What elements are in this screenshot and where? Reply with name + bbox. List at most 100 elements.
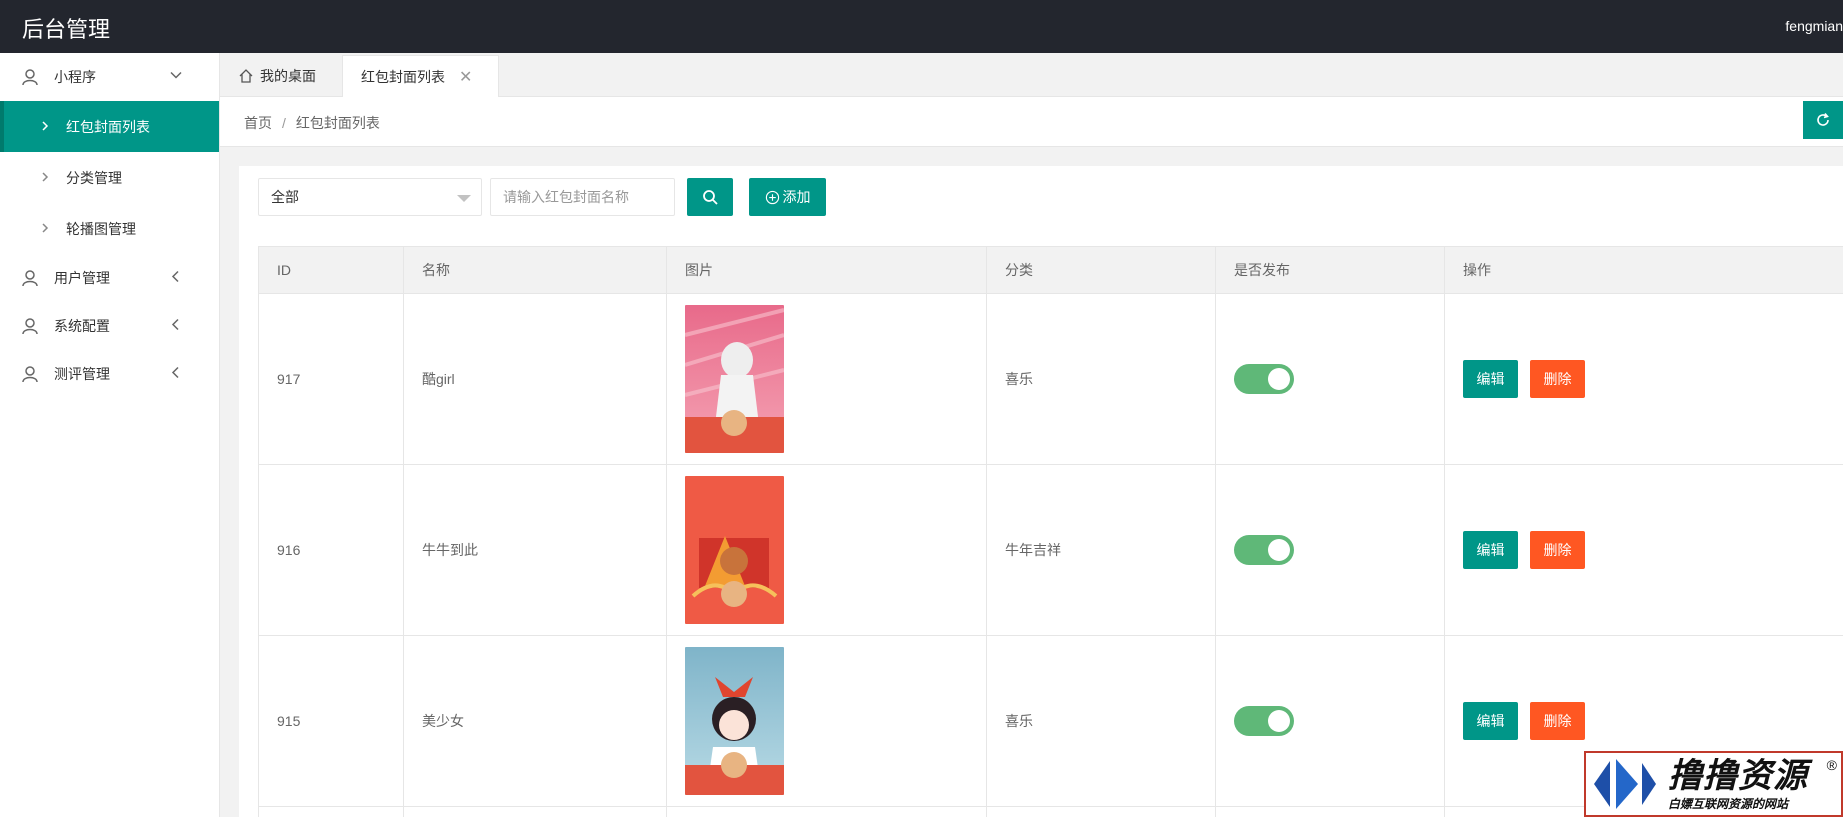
cell-stub — [1215, 806, 1445, 817]
publish-toggle[interactable] — [1234, 364, 1294, 394]
edit-button[interactable]: 编辑 — [1463, 702, 1518, 740]
cell-image — [666, 635, 987, 807]
covers-table: ID 名称 图片 分类 是否发布 操作 917 酷girl 喜乐 编辑 删除 9… — [258, 246, 1843, 817]
chevron-down-icon — [169, 69, 183, 86]
chevron-left-icon — [169, 318, 183, 335]
chevron-right-icon — [40, 221, 50, 237]
delete-button[interactable]: 删除 — [1530, 531, 1585, 569]
column-header: 是否发布 — [1215, 246, 1445, 294]
publish-toggle[interactable] — [1234, 535, 1294, 565]
chevron-right-icon — [40, 170, 50, 186]
search-icon — [703, 190, 718, 205]
cell-id: 915 — [258, 635, 404, 807]
table-row: 916 牛牛到此 牛年吉祥 编辑 删除 — [258, 464, 1843, 636]
category-select[interactable]: 全部 — [258, 178, 482, 216]
cell-id: 916 — [258, 464, 404, 636]
sidebar-group-users[interactable]: 用户管理 — [0, 254, 219, 302]
user-icon — [22, 270, 38, 287]
watermark-logo: 撸撸资源 白嫖互联网资源的网站 ® — [1584, 751, 1843, 817]
sidebar-item-carousel[interactable]: 轮播图管理 — [0, 203, 219, 254]
cell-published — [1215, 293, 1445, 465]
search-button[interactable] — [687, 178, 733, 216]
column-header: 分类 — [986, 246, 1216, 294]
sidebar-item-redpacket-covers[interactable]: 红包封面列表 — [0, 101, 219, 152]
brand-logo-icon — [1594, 759, 1656, 809]
tab-desktop[interactable]: 我的桌面 — [220, 55, 342, 97]
cell-image — [666, 293, 987, 465]
toggle-knob — [1268, 710, 1290, 732]
user-menu[interactable]: fengmian — [1785, 18, 1843, 34]
sidebar-group-system[interactable]: 系统配置 — [0, 302, 219, 350]
sidebar-group-label: 用户管理 — [54, 270, 110, 286]
add-button-label: 添加 — [782, 189, 811, 205]
delete-button[interactable]: 删除 — [1530, 702, 1585, 740]
sidebar-group-label: 测评管理 — [54, 366, 110, 382]
cell-stub — [986, 806, 1216, 817]
column-header: 操作 — [1444, 246, 1843, 294]
chevron-left-icon — [169, 366, 183, 383]
edit-button[interactable]: 编辑 — [1463, 360, 1518, 398]
sidebar-item-label: 分类管理 — [66, 169, 122, 186]
table-row: 917 酷girl 喜乐 编辑 删除 — [258, 293, 1843, 465]
app-title: 后台管理 — [22, 17, 111, 42]
cell-name: 美少女 — [403, 635, 667, 807]
close-icon[interactable]: ✕ — [459, 67, 472, 87]
delete-button[interactable]: 删除 — [1530, 360, 1585, 398]
cover-image — [685, 476, 784, 624]
sidebar-group-label: 小程序 — [54, 69, 96, 85]
user-icon — [22, 366, 38, 383]
add-button[interactable]: 添加 — [749, 178, 826, 216]
search-input[interactable] — [490, 178, 675, 216]
sidebar-item-label: 轮播图管理 — [66, 220, 136, 237]
sidebar-item-categories[interactable]: 分类管理 — [0, 152, 219, 203]
chevron-right-icon — [40, 119, 50, 135]
top-header: 后台管理 fengmian — [0, 0, 1843, 53]
content-card: 全部 添加 ID 名称 图片 分类 是否发布 操作 917 酷girl — [239, 166, 1843, 817]
watermark-text: 撸撸资源 白嫖互联网资源的网站 — [1668, 757, 1808, 812]
tab-label: 红包封面列表 — [361, 68, 445, 85]
edit-button[interactable]: 编辑 — [1463, 531, 1518, 569]
cell-name: 酷girl — [403, 293, 667, 465]
plus-circle-icon — [765, 190, 779, 204]
breadcrumb-home[interactable]: 首页 — [244, 115, 272, 131]
breadcrumb-separator: / — [282, 115, 286, 131]
breadcrumb: 首页 / 红包封面列表 — [244, 113, 380, 133]
cell-published — [1215, 464, 1445, 636]
toggle-knob — [1268, 368, 1290, 390]
cover-image — [685, 305, 784, 453]
toggle-knob — [1268, 539, 1290, 561]
chevron-left-icon — [169, 270, 183, 287]
cell-category: 喜乐 — [986, 635, 1216, 807]
publish-toggle[interactable] — [1234, 706, 1294, 736]
cell-actions: 编辑 删除 — [1444, 464, 1843, 636]
cell-stub — [403, 806, 667, 817]
cell-category: 牛年吉祥 — [986, 464, 1216, 636]
user-icon — [22, 69, 38, 86]
tab-redpacket-covers[interactable]: 红包封面列表 ✕ — [342, 55, 499, 97]
sidebar-item-label: 红包封面列表 — [66, 118, 150, 135]
cell-stub — [258, 806, 404, 817]
sidebar-group-label: 系统配置 — [54, 318, 110, 334]
table-header-row: ID 名称 图片 分类 是否发布 操作 — [258, 246, 1843, 294]
column-header: ID — [258, 246, 404, 294]
registered-mark: ® — [1826, 757, 1837, 773]
watermark-title: 撸撸资源 — [1668, 755, 1808, 796]
refresh-icon — [1817, 112, 1829, 126]
watermark-subtitle: 白嫖互联网资源的网站 — [1668, 796, 1789, 811]
sidebar-group-miniprogram[interactable]: 小程序 — [0, 53, 219, 101]
sidebar-group-evaluation[interactable]: 测评管理 — [0, 350, 219, 398]
tab-bar: 我的桌面 红包封面列表 ✕ — [220, 53, 1843, 97]
cover-image — [685, 647, 784, 795]
sidebar: 小程序 红包封面列表 分类管理 轮播图管理 用户管理 系统配置 测评管理 — [0, 53, 220, 817]
cell-image — [666, 464, 987, 636]
cell-stub — [666, 806, 987, 817]
tab-label: 我的桌面 — [260, 68, 316, 84]
column-header: 名称 — [403, 246, 667, 294]
cell-published — [1215, 635, 1445, 807]
breadcrumb-bar: 首页 / 红包封面列表 — [220, 97, 1843, 147]
column-header: 图片 — [666, 246, 987, 294]
refresh-button[interactable] — [1803, 101, 1843, 139]
home-icon — [239, 69, 253, 83]
caret-down-icon — [457, 195, 471, 202]
cell-name: 牛牛到此 — [403, 464, 667, 636]
